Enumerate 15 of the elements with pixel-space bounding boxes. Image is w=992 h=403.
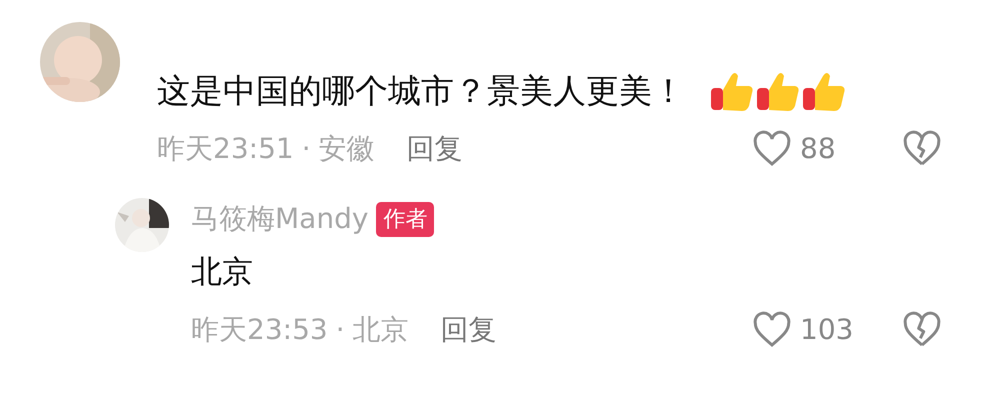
reply-link[interactable]: 回复: [440, 309, 497, 352]
timestamp: 昨天23:51: [157, 131, 294, 167]
author-name: 马筱梅Mandy: [191, 201, 368, 237]
reply-text: 北京: [191, 254, 254, 292]
timestamp: 昨天23:53: [191, 312, 328, 348]
separator-dot: ·: [336, 312, 345, 348]
heart-icon[interactable]: [752, 129, 792, 169]
reply-link[interactable]: 回复: [406, 128, 463, 170]
location-text: 北京: [352, 312, 409, 348]
author-badge: 作者: [376, 202, 434, 236]
separator-dot: ·: [302, 131, 311, 167]
comment-text: 这是中国的哪个城市？景美人更美！: [157, 71, 685, 111]
like-count: 103: [800, 312, 854, 348]
location-text: 安徽: [318, 131, 375, 167]
like-count: 88: [800, 131, 837, 167]
